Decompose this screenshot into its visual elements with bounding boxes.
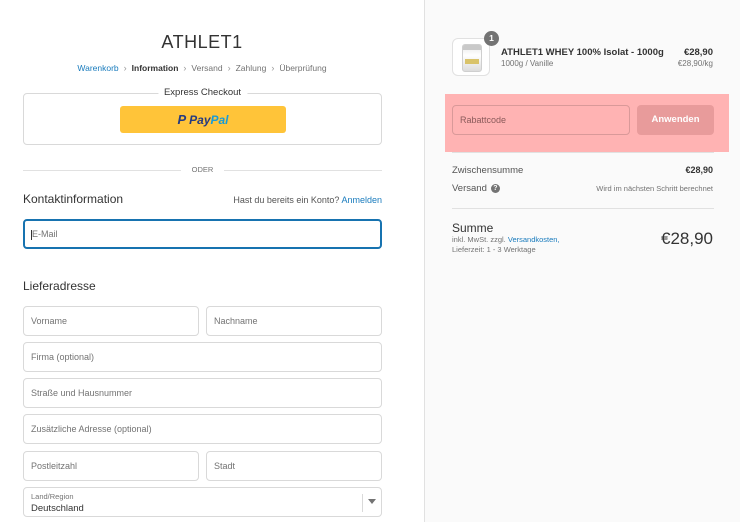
chevron-right-icon: ›	[123, 63, 127, 73]
total-label: Summe	[452, 221, 494, 235]
paypal-icon: P	[177, 112, 187, 127]
chevron-right-icon: ›	[271, 63, 275, 73]
first-name-field[interactable]: Vorname	[23, 306, 199, 336]
chevron-down-icon	[368, 499, 376, 504]
shipping-note: Wird im nächsten Schritt berechnet	[596, 184, 713, 193]
login-prompt: Hast du bereits ein Konto?	[233, 195, 340, 205]
product-variant: 1000g / Vanille	[501, 59, 554, 68]
country-label: Land/Region	[31, 492, 74, 501]
zip-field[interactable]: Postleitzahl	[23, 451, 199, 481]
last-name-field[interactable]: Nachname	[206, 306, 382, 336]
paypal-button[interactable]: P PayPal	[120, 106, 286, 133]
chevron-right-icon: ›	[227, 63, 231, 73]
breadcrumb-review: Überprüfung	[279, 63, 327, 73]
country-select[interactable]: Land/Region Deutschland	[23, 487, 382, 517]
paypal-logo-part2: Pal	[210, 113, 229, 127]
summary-divider	[452, 152, 714, 153]
select-divider	[362, 494, 363, 512]
breadcrumb: Warenkorb › Information › Versand › Zahlung › Üb…	[0, 63, 404, 73]
breadcrumb-payment: Zahlung	[235, 63, 267, 73]
address2-field[interactable]: Zusätzliche Adresse (optional)	[23, 414, 382, 444]
order-summary: 1 ATHLET1 WHEY 100% Isolat - 1000g 1000g…	[424, 0, 740, 522]
product-thumbnail	[452, 38, 490, 76]
email-field[interactable]: E-Mail	[23, 219, 382, 249]
tax-note-row: inkl. MwSt. zzgl. Versandkosten,	[452, 235, 560, 244]
help-icon[interactable]: ?	[490, 183, 500, 193]
shop-title[interactable]: ATHLET1	[0, 32, 404, 53]
or-divider: ODER	[23, 164, 382, 176]
apply-discount-button[interactable]: Anwenden	[637, 105, 714, 135]
delivery-time: Lieferzeit: 1 - 3 Werktage	[452, 245, 536, 254]
express-checkout-title: Express Checkout	[157, 87, 248, 98]
tax-note: inkl. MwSt. zzgl.	[452, 235, 506, 244]
divider-line	[224, 170, 382, 171]
country-value: Deutschland	[31, 503, 84, 514]
total-value: €28,90	[661, 229, 713, 248]
city-field[interactable]: Stadt	[206, 451, 382, 481]
checkout-page: ATHLET1 Warenkorb › Information › Versand › Za…	[0, 0, 740, 522]
chevron-right-icon: ›	[183, 63, 187, 73]
contact-heading: Kontaktinformation	[23, 192, 124, 206]
quantity-badge: 1	[484, 31, 499, 46]
login-hint: Hast du bereits ein Konto? Anmelden	[233, 195, 382, 205]
breadcrumb-shipping: Versand	[191, 63, 223, 73]
product-name: ATHLET1 WHEY 100% Isolat - 1000g	[501, 47, 664, 58]
product-price: €28,90	[683, 47, 713, 58]
company-field[interactable]: Firma (optional)	[23, 342, 382, 372]
product-unit-price: €28,90/kg	[677, 59, 713, 68]
express-checkout: Express Checkout P PayPal	[23, 87, 382, 145]
shipping-label-row: Versand?	[452, 183, 500, 194]
protein-tub-icon	[462, 44, 482, 72]
breadcrumb-cart[interactable]: Warenkorb	[77, 63, 118, 73]
breadcrumb-information: Information	[131, 63, 179, 73]
shipping-cost-link[interactable]: Versandkosten,	[508, 235, 560, 244]
email-placeholder: E-Mail	[32, 229, 58, 239]
checkout-main: ATHLET1 Warenkorb › Information › Versand › Za…	[0, 0, 424, 522]
discount-code-input[interactable]: Rabattcode	[452, 105, 630, 135]
street-field[interactable]: Straße und Hausnummer	[23, 378, 382, 408]
subtotal-value: €28,90	[685, 165, 713, 175]
shipping-label: Versand	[452, 183, 487, 194]
shipping-address-heading: Lieferadresse	[23, 279, 96, 293]
summary-divider	[452, 208, 714, 209]
subtotal-label: Zwischensumme	[452, 165, 524, 176]
paypal-logo-part1: Pay	[189, 113, 211, 127]
login-link[interactable]: Anmelden	[341, 195, 382, 205]
